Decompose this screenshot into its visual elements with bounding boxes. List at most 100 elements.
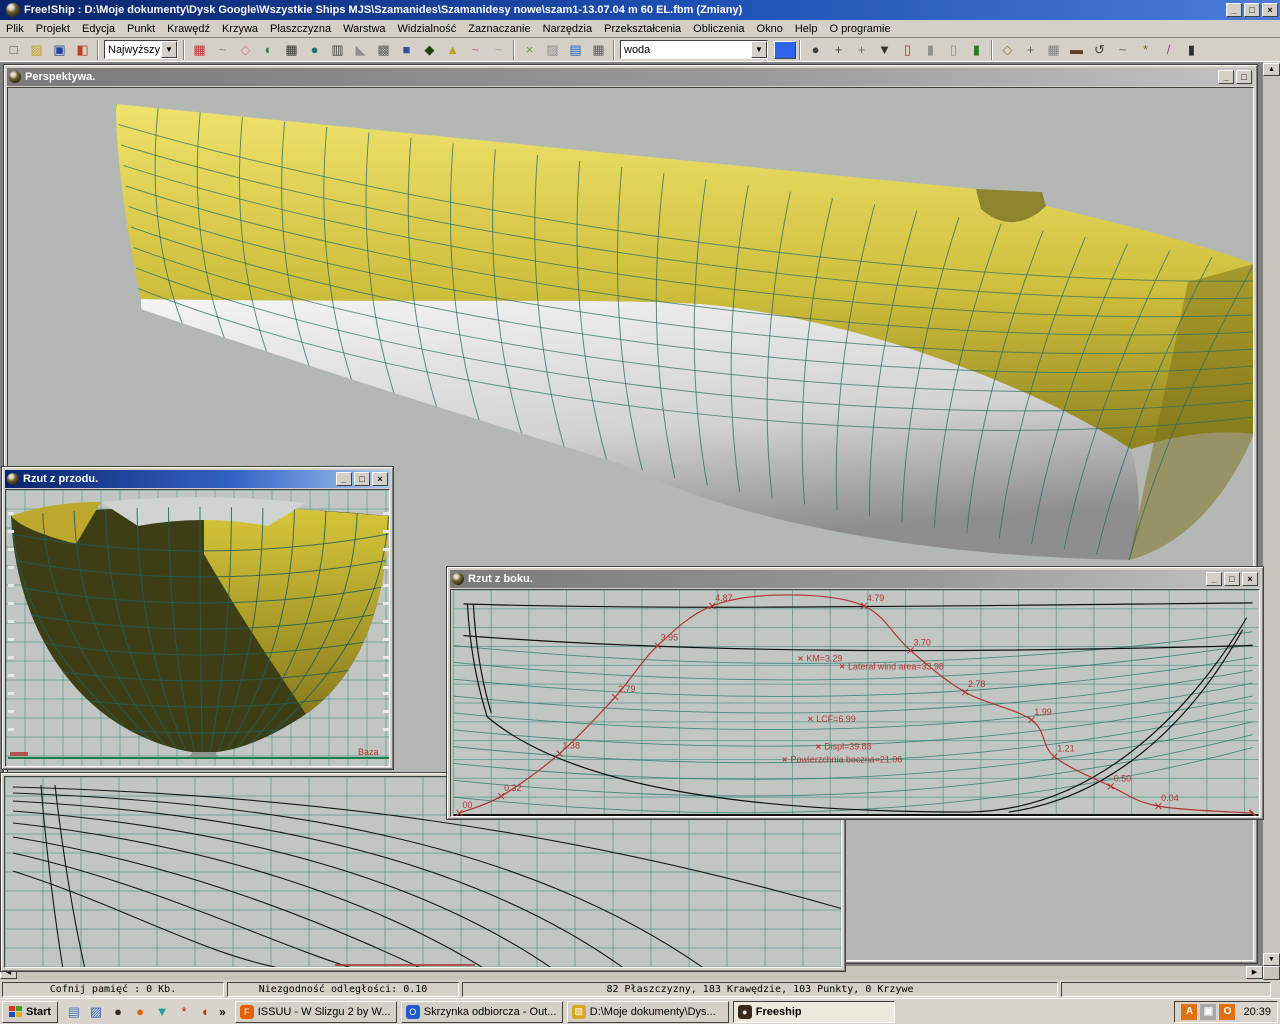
developable-icon[interactable]: ◣ xyxy=(349,40,372,60)
undo-icon[interactable]: ↺ xyxy=(1088,40,1111,60)
minimize-button[interactable]: _ xyxy=(1226,3,1242,17)
perspective-minimize-button[interactable]: _ xyxy=(1218,70,1234,84)
front-maximize-button[interactable]: □ xyxy=(354,472,370,486)
select-icon[interactable]: ● xyxy=(804,40,827,60)
restore-button[interactable]: □ xyxy=(1244,3,1260,17)
layer-dropdown-arrow[interactable]: ▼ xyxy=(751,41,767,58)
ql-opera-icon[interactable]: ◐ xyxy=(196,1002,216,1022)
window-front[interactable]: Rzut z przodu. _ □ × xyxy=(1,466,394,770)
menu-krawędź[interactable]: Krawędź xyxy=(161,22,216,36)
task-issuu[interactable]: FISSUU - W Slizgu 2 by W... xyxy=(235,1001,397,1023)
side-viewport[interactable]: 000.321.382.793.954.874.793.702.781.991.… xyxy=(450,589,1260,817)
front-viewport[interactable]: Baza xyxy=(5,489,390,767)
task-folder[interactable]: ▨D:\Moje dokumenty\Dys... xyxy=(567,1001,729,1023)
ql-shield-icon[interactable]: ▼ xyxy=(152,1002,172,1022)
ql-document-icon[interactable]: ▤ xyxy=(64,1002,84,1022)
menu-edycja[interactable]: Edycja xyxy=(76,22,121,36)
layer-dropdown[interactable]: woda ▼ xyxy=(620,40,768,59)
print-icon[interactable]: ▮ xyxy=(1180,40,1203,60)
curve-tool-icon[interactable]: ~ xyxy=(1111,40,1134,60)
hull-box-icon[interactable]: ▥ xyxy=(326,40,349,60)
hydrostatics-icon[interactable]: × xyxy=(518,40,541,60)
tray-opera-icon[interactable]: O xyxy=(1219,1004,1235,1020)
window-grid-icon[interactable]: ▦ xyxy=(587,40,610,60)
menu-plik[interactable]: Plik xyxy=(0,22,30,36)
shaded-view-icon[interactable]: ▩ xyxy=(372,40,395,60)
ql-firefox-icon[interactable]: ● xyxy=(130,1002,150,1022)
menu-płaszczyzna[interactable]: Płaszczyzna xyxy=(264,22,337,36)
calculator-icon[interactable]: ■ xyxy=(395,40,418,60)
taskbar-clock[interactable]: 20:39 xyxy=(1239,1006,1271,1018)
volume-icon[interactable]: ▬ xyxy=(1065,40,1088,60)
window-front-titlebar[interactable]: Rzut z przodu. _ □ × xyxy=(5,470,390,488)
tray-app-icon[interactable]: ▣ xyxy=(1200,1004,1216,1020)
front-close-button[interactable]: × xyxy=(372,472,388,486)
window-side[interactable]: Rzut z boku. _ □ × 000.321.382.793. xyxy=(446,566,1264,820)
save-file-icon[interactable]: ▣ xyxy=(48,40,71,60)
perspective-maximize-button[interactable]: □ xyxy=(1236,70,1252,84)
wireframe-sphere-icon[interactable]: ● xyxy=(303,40,326,60)
new-file-icon[interactable]: □ xyxy=(2,40,25,60)
start-button[interactable]: Start xyxy=(2,1001,58,1023)
open-file-icon[interactable]: ▨ xyxy=(25,40,48,60)
tray-a-icon[interactable]: A xyxy=(1181,1004,1197,1020)
layer-color-swatch[interactable] xyxy=(774,41,796,59)
scroll-up-arrow[interactable]: ▲ xyxy=(1263,63,1280,76)
menu-punkt[interactable]: Punkt xyxy=(121,22,161,36)
gauss-curvature-icon[interactable]: ◐ xyxy=(257,40,280,60)
close-button[interactable]: × xyxy=(1262,3,1278,17)
front-minimize-button[interactable]: _ xyxy=(336,472,352,486)
move-point-icon[interactable]: + xyxy=(827,40,850,60)
ql-flower-icon[interactable]: * xyxy=(174,1002,194,1022)
spark-icon[interactable]: * xyxy=(1134,40,1157,60)
unlock-icon[interactable]: ▯ xyxy=(942,40,965,60)
window-perspective-titlebar[interactable]: Perspektywa. _ □ xyxy=(7,68,1254,86)
quicklaunch-chevron[interactable]: » xyxy=(216,1005,229,1019)
leaf-icon[interactable]: ◆ xyxy=(418,40,441,60)
align-icon[interactable]: + xyxy=(1019,40,1042,60)
lock-icon[interactable]: ▮ xyxy=(919,40,942,60)
side-minimize-button[interactable]: _ xyxy=(1206,572,1222,586)
precision-dropdown-arrow[interactable]: ▼ xyxy=(161,41,177,58)
control-net-icon[interactable]: ▦ xyxy=(280,40,303,60)
menu-okno[interactable]: Okno xyxy=(751,22,789,36)
lock-all-icon[interactable]: ▮ xyxy=(965,40,988,60)
check-surface-icon[interactable]: ◇ xyxy=(234,40,257,60)
mirror-icon[interactable]: ▯ xyxy=(896,40,919,60)
deck-icon[interactable]: ▲ xyxy=(441,40,464,60)
shell-curvature-icon[interactable]: ~ xyxy=(211,40,234,60)
add-points-icon[interactable]: + xyxy=(850,40,873,60)
spline-icon[interactable]: ~ xyxy=(487,40,510,60)
precision-dropdown[interactable]: Najwyższy ▼ xyxy=(104,40,178,59)
menu-krzywa[interactable]: Krzywa xyxy=(216,22,264,36)
scale-icon[interactable]: ◇ xyxy=(996,40,1019,60)
task-outlook[interactable]: OSkrzynka odbiorcza - Out... xyxy=(401,1001,563,1023)
drop-point-icon[interactable]: ▼ xyxy=(873,40,896,60)
side-maximize-button[interactable]: □ xyxy=(1224,572,1240,586)
window-side-titlebar[interactable]: Rzut z boku. _ □ × xyxy=(450,570,1260,588)
vertical-scrollbar[interactable]: ▲ ▼ xyxy=(1263,62,1280,967)
resistance-icon[interactable]: ▤ xyxy=(564,40,587,60)
magic-tool-icon[interactable]: / xyxy=(1157,40,1180,60)
task-freeship[interactable]: ●Freeship xyxy=(733,1001,895,1023)
menu-narzędzia[interactable]: Narzędzia xyxy=(537,22,599,36)
menu-przekształcenia[interactable]: Przekształcenia xyxy=(598,22,687,36)
menu-widzialność[interactable]: Widzialność xyxy=(392,22,463,36)
menu-zaznaczanie[interactable]: Zaznaczanie xyxy=(462,22,536,36)
menu-help[interactable]: Help xyxy=(789,22,824,36)
layers-icon[interactable]: ▨ xyxy=(541,40,564,60)
flowlines-icon[interactable]: ~ xyxy=(464,40,487,60)
menu-obliczenia[interactable]: Obliczenia xyxy=(687,22,750,36)
scroll-down-arrow[interactable]: ▼ xyxy=(1263,953,1280,966)
ql-freeship-icon[interactable]: ● xyxy=(108,1002,128,1022)
intersect-grid-icon[interactable]: ▦ xyxy=(1042,40,1065,60)
menu-projekt[interactable]: Projekt xyxy=(30,22,76,36)
scroll-right-arrow[interactable]: ▶ xyxy=(1246,966,1263,979)
menu-warstwa[interactable]: Warstwa xyxy=(337,22,391,36)
menu-o-programie[interactable]: O programie xyxy=(823,22,896,36)
app-titlebar[interactable]: Free!Ship : D:\Moje dokumenty\Dysk Googl… xyxy=(0,0,1280,20)
stations-icon[interactable]: ▦ xyxy=(188,40,211,60)
side-close-button[interactable]: × xyxy=(1242,572,1258,586)
ql-explorer-icon[interactable]: ▨ xyxy=(86,1002,106,1022)
exit-icon[interactable]: ◧ xyxy=(71,40,94,60)
